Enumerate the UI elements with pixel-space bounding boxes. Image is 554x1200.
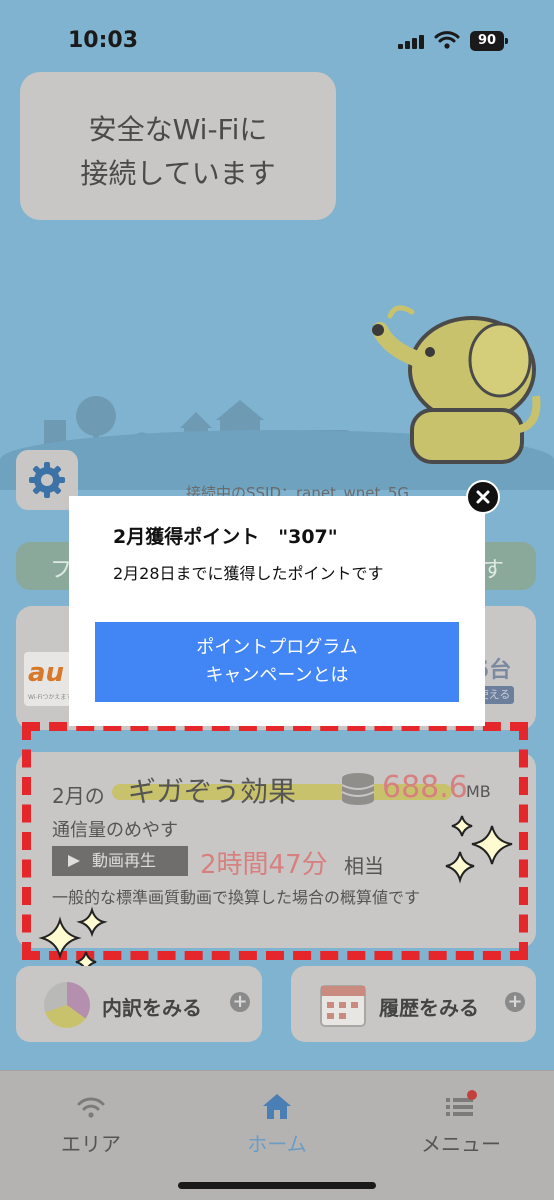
- point-program-button-line2: キャンペーンとは: [205, 665, 349, 686]
- tab-area-label: エリア: [61, 1132, 121, 1156]
- home-icon: [263, 1094, 291, 1119]
- sparkle-icon: [445, 815, 513, 884]
- popup-close-button[interactable]: [466, 480, 500, 514]
- status-time: 10:03: [68, 28, 139, 53]
- history-label: 履歴をみる: [379, 996, 479, 1020]
- breakdown-button[interactable]: 内訳をみる +: [16, 966, 262, 1042]
- history-button[interactable]: 履歴をみる +: [291, 966, 536, 1042]
- points-popup: 2月獲得ポイント "307" 2月28日までに獲得したポイントです ポイントプロ…: [69, 496, 485, 726]
- plus-icon: +: [230, 992, 250, 1012]
- point-program-button-line1: ポイントプログラム: [196, 637, 358, 658]
- au-logo-caption: Wi-Fiつかえます: [28, 694, 73, 701]
- battery-icon: 90: [470, 31, 508, 51]
- tab-area[interactable]: エリア: [16, 1086, 166, 1157]
- home-indicator: [178, 1182, 376, 1189]
- plus-icon: +: [505, 992, 525, 1012]
- popup-title: 2月獲得ポイント "307": [113, 526, 338, 548]
- app-screen: 安全なWi-Fiに 接続しています 10:03 90 接続中のSSID：rane…: [0, 0, 554, 1200]
- tab-menu[interactable]: メニュー: [386, 1086, 536, 1157]
- menu-list-icon: [446, 1090, 477, 1116]
- banner-text-right: す: [482, 558, 505, 583]
- close-icon: [476, 490, 490, 504]
- au-logo-text: au: [28, 658, 65, 688]
- popup-description: 2月28日までに獲得したポイントです: [113, 564, 384, 583]
- tab-home[interactable]: ホーム: [202, 1086, 352, 1157]
- connection-status-line2: 接続しています: [80, 157, 276, 190]
- tab-menu-label: メニュー: [421, 1132, 501, 1156]
- status-bar: 10:03 90: [0, 0, 554, 80]
- pie-chart-icon: [44, 982, 90, 1028]
- wifi-icon: [77, 1097, 105, 1118]
- point-program-button[interactable]: ポイントプログラム キャンペーンとは: [95, 622, 459, 702]
- cellular-signal-icon: [398, 33, 426, 49]
- connection-status-box: 安全なWi-Fiに 接続しています: [20, 72, 336, 220]
- giga-elephant-mascot: [372, 305, 541, 464]
- gear-icon: [29, 462, 65, 498]
- notification-badge: [467, 1090, 477, 1100]
- breakdown-label: 内訳をみる: [102, 996, 202, 1020]
- wifi-status-icon: [434, 31, 460, 49]
- calendar-icon: [320, 985, 366, 1027]
- tab-home-label: ホーム: [247, 1132, 307, 1156]
- connection-status-line1: 安全なWi-Fiに: [88, 113, 268, 146]
